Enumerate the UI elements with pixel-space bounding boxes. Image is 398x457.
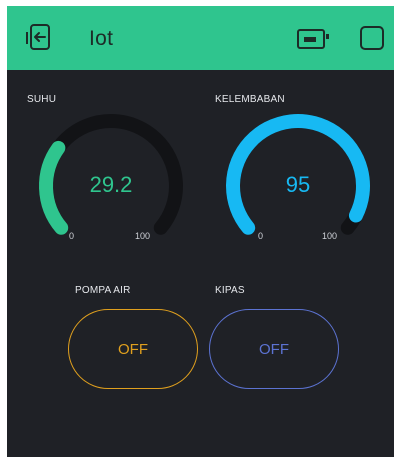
gauge-suhu-label: SUHU — [27, 94, 57, 105]
gauge-kelembaban-min: 0 — [258, 231, 264, 241]
gauge-suhu: 29.2 0 100 — [31, 108, 191, 248]
gauge-kelembaban-label: KELEMBABAN — [215, 94, 285, 105]
back-exit-icon[interactable] — [24, 23, 52, 53]
app-title: Iot — [89, 27, 114, 50]
pompa-air-toggle-button[interactable]: OFF — [68, 309, 198, 389]
kipas-toggle-button[interactable]: OFF — [209, 309, 339, 389]
gauge-suhu-max: 100 — [135, 231, 151, 241]
app-header: Iot — [7, 6, 394, 70]
gauge-suhu-min: 0 — [69, 231, 75, 241]
pompa-air-state: OFF — [118, 340, 148, 358]
pompa-air-label: POMPA AIR — [75, 285, 131, 296]
kipas-label: KIPAS — [215, 285, 245, 296]
stop-square-icon[interactable] — [359, 25, 385, 51]
gauge-suhu-value: 29.2 — [89, 172, 133, 197]
device-board-icon[interactable] — [296, 28, 330, 50]
app-screen: Iot SUHU 29.2 0 100 KELEMBABAN 95 0 100 … — [7, 6, 394, 457]
gauge-kelembaban: 95 0 100 — [218, 108, 378, 248]
gauge-kelembaban-value: 95 — [285, 172, 311, 197]
kipas-state: OFF — [259, 340, 289, 358]
gauge-kelembaban-max: 100 — [322, 231, 338, 241]
